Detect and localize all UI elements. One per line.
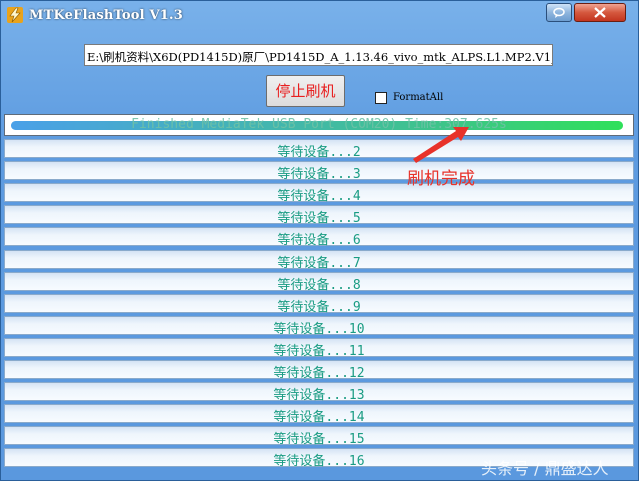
device-row: 等待设备...3 bbox=[4, 161, 634, 183]
device-row-label: 等待设备...9 bbox=[277, 299, 361, 315]
device-row: 等待设备...7 bbox=[4, 249, 634, 271]
watermark-text: 头条号 / 鼎盛达人 bbox=[481, 459, 609, 478]
device-row-label: 等待设备...15 bbox=[273, 432, 365, 448]
device-row: 等待设备...9 bbox=[4, 293, 634, 315]
title-bar: MTKeFlashTool V1.3 bbox=[1, 1, 638, 31]
device-row: 等待设备...5 bbox=[4, 205, 634, 227]
device-row-label: 等待设备...13 bbox=[273, 388, 365, 404]
window-title: MTKeFlashTool V1.3 bbox=[29, 8, 184, 23]
speech-bubble-icon bbox=[553, 7, 565, 18]
device-row-label: 等待设备...3 bbox=[277, 167, 361, 183]
format-all-label: FormatAll bbox=[393, 92, 444, 103]
annotation-arrow bbox=[413, 127, 469, 163]
close-button[interactable] bbox=[574, 3, 626, 22]
device-row-label: 等待设备...2 bbox=[277, 145, 361, 160]
stop-flash-button[interactable]: 停止刷机 bbox=[266, 75, 345, 107]
app-lightning-icon bbox=[7, 7, 23, 23]
device-row: 等待设备...12 bbox=[4, 360, 634, 381]
help-button[interactable] bbox=[546, 3, 572, 22]
device-row-label: 等待设备...5 bbox=[277, 211, 361, 227]
main-window: MTKeFlashTool V1.3 停止刷机 FormatAll Finish… bbox=[0, 0, 639, 481]
device-row-label: 等待设备...8 bbox=[277, 277, 361, 293]
device-row-label: 等待设备...4 bbox=[277, 189, 361, 205]
device-row: 等待设备...2 bbox=[4, 139, 634, 160]
device-row-label: 等待设备...12 bbox=[273, 366, 365, 381]
device-row: 等待设备...8 bbox=[4, 271, 634, 293]
format-all-checkbox[interactable] bbox=[375, 92, 387, 104]
device-row-label: 等待设备...14 bbox=[273, 410, 365, 426]
progress-row: Finished MediaTek USB Port (COM20) Time:… bbox=[4, 114, 634, 136]
device-row: 等待设备...15 bbox=[4, 426, 634, 448]
firmware-path-input[interactable] bbox=[84, 44, 553, 66]
device-row-label: 等待设备...10 bbox=[273, 321, 365, 337]
close-icon bbox=[594, 7, 606, 18]
device-row-label: 等待设备...11 bbox=[273, 343, 365, 359]
device-row-label: 等待设备...7 bbox=[277, 255, 361, 271]
progress-status-text: Finished MediaTek USB Port (COM20) Time:… bbox=[131, 117, 507, 132]
device-row: 等待设备...13 bbox=[4, 382, 634, 404]
device-row: 等待设备...14 bbox=[4, 404, 634, 426]
device-row: 等待设备...6 bbox=[4, 227, 634, 249]
device-row: 等待设备...10 bbox=[4, 315, 634, 337]
flash-complete-annotation: 刷机完成 bbox=[407, 169, 475, 189]
device-row-label: 等待设备...6 bbox=[277, 233, 361, 249]
device-row: 等待设备...11 bbox=[4, 337, 634, 359]
device-row: 等待设备...4 bbox=[4, 183, 634, 205]
